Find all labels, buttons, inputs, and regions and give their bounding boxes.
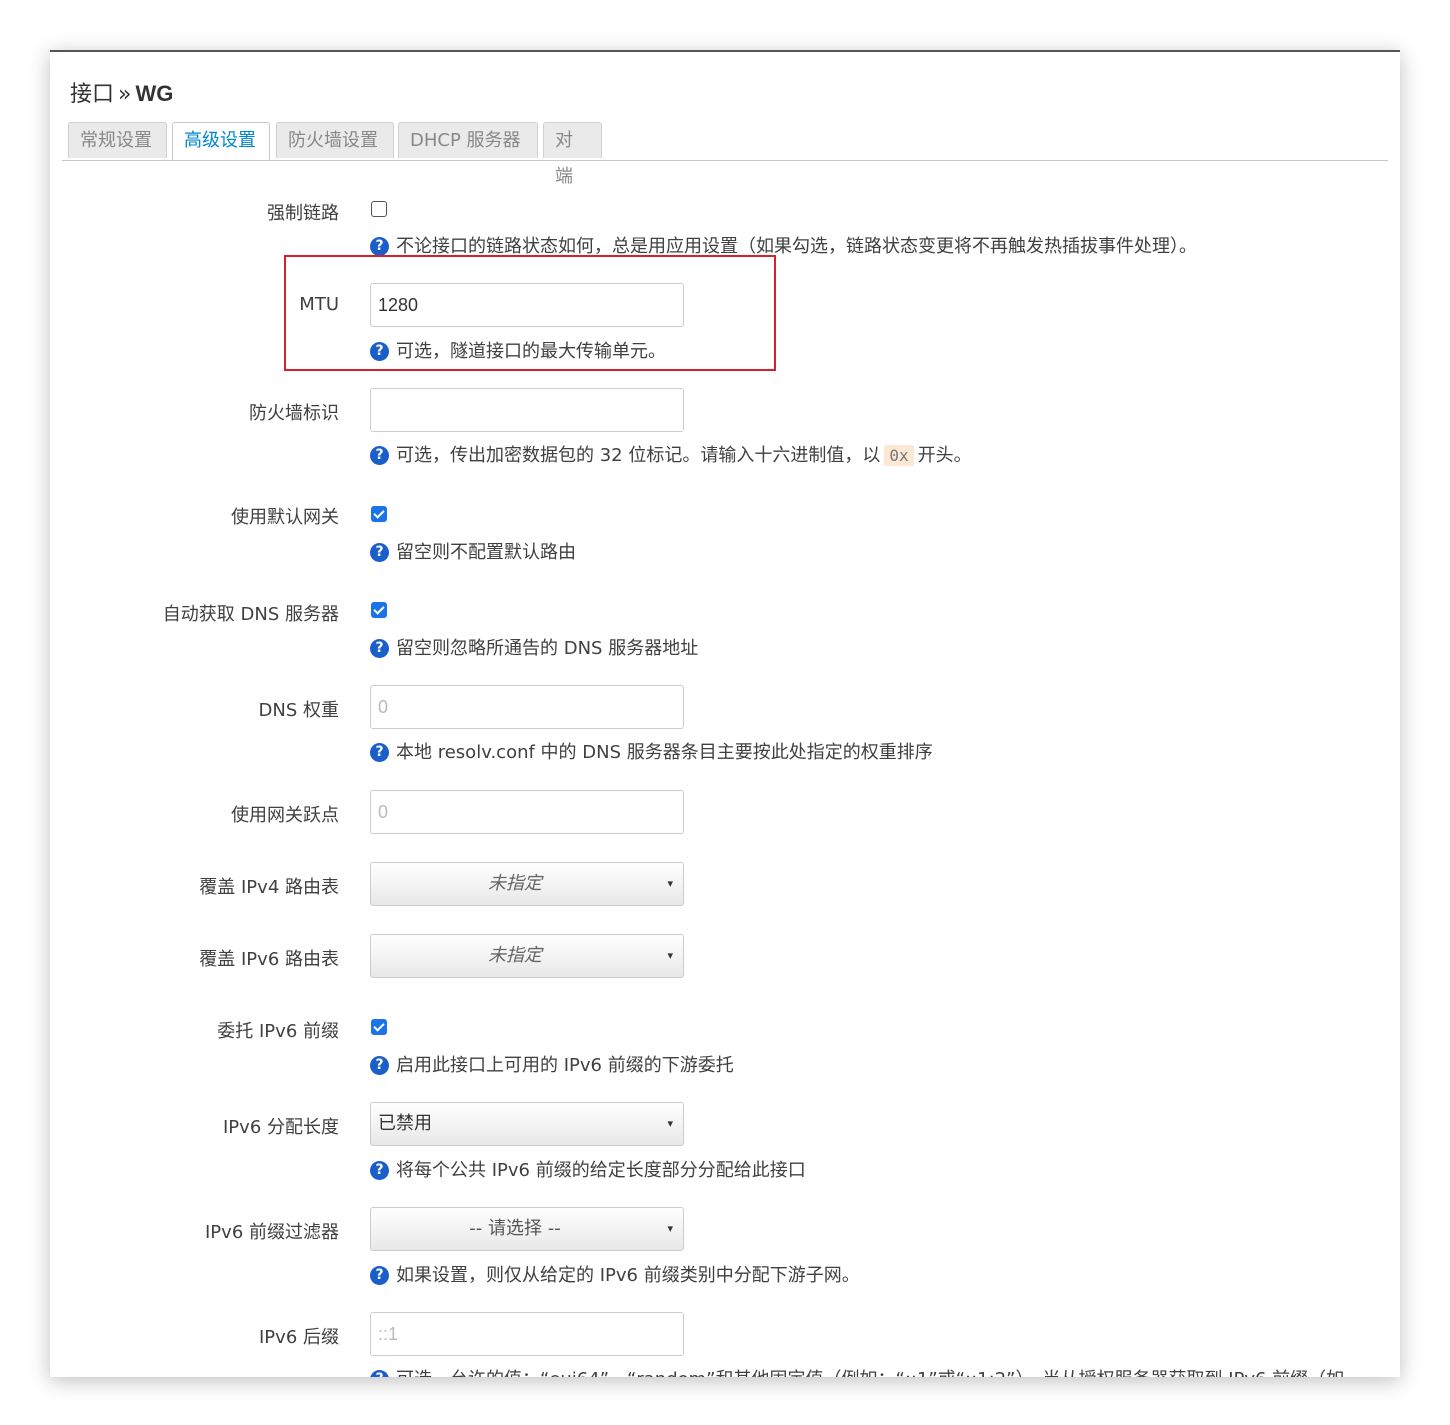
tab-advanced[interactable]: 高级设置 <box>172 122 270 160</box>
hex-prefix-code: 0x <box>884 445 914 466</box>
ipv6-table-value: 未指定 <box>488 945 542 966</box>
fwmark-help: ? 可选，传出加密数据包的 32 位标记。请输入十六进制值，以 0x 开头。 <box>370 441 972 467</box>
tab-dhcp-server[interactable]: DHCP 服务器 <box>398 122 538 158</box>
help-icon: ? <box>370 446 389 465</box>
default-gateway-help: ? 留空则不配置默认路由 <box>370 538 576 564</box>
ipv6-table-label: 覆盖 IPv6 路由表 <box>199 949 339 970</box>
peer-dns-checkbox[interactable] <box>371 602 387 618</box>
caret-down-icon: ▾ <box>667 1222 673 1235</box>
help-icon: ? <box>370 1370 389 1377</box>
dns-weight-label: DNS 权重 <box>258 700 339 721</box>
peer-dns-label: 自动获取 DNS 服务器 <box>162 604 339 625</box>
tab-general[interactable]: 常规设置 <box>68 122 167 158</box>
caret-down-icon: ▾ <box>667 949 673 962</box>
ipv6-assign-help: ? 将每个公共 IPv6 前缀的给定长度部分分配给此接口 <box>370 1156 806 1182</box>
delegate-label: 委托 IPv6 前缀 <box>217 1021 339 1042</box>
ipv4-table-label: 覆盖 IPv4 路由表 <box>199 877 339 898</box>
ipv6-assign-value: 已禁用 <box>378 1113 432 1134</box>
help-icon: ? <box>370 1161 389 1180</box>
ipv6-suffix-input[interactable] <box>370 1312 684 1356</box>
help-icon: ? <box>370 1056 389 1075</box>
force-link-label: 强制链路 <box>267 203 339 224</box>
ipv4-table-select[interactable]: 未指定 ▾ <box>370 862 684 906</box>
help-icon: ? <box>370 1266 389 1285</box>
mtu-help: ? 可选，隧道接口的最大传输单元。 <box>370 337 666 363</box>
help-icon: ? <box>370 543 389 562</box>
gateway-metric-input[interactable] <box>370 790 684 834</box>
tab-firewall[interactable]: 防火墙设置 <box>276 122 394 158</box>
default-gateway-checkbox[interactable] <box>371 506 387 522</box>
help-icon: ? <box>370 237 389 256</box>
ipv6-table-select[interactable]: 未指定 ▾ <box>370 934 684 978</box>
ipv6-class-select[interactable]: -- 请选择 -- ▾ <box>370 1207 684 1251</box>
peer-dns-help: ? 留空则忽略所通告的 DNS 服务器地址 <box>370 634 698 660</box>
delegate-help: ? 启用此接口上可用的 IPv6 前缀的下游委托 <box>370 1051 734 1077</box>
caret-down-icon: ▾ <box>667 877 673 890</box>
delegate-checkbox[interactable] <box>371 1019 387 1035</box>
ipv6-suffix-label: IPv6 后缀 <box>259 1327 339 1348</box>
dns-weight-input[interactable] <box>370 685 684 729</box>
breadcrumb-interfaces[interactable]: 接口 <box>70 82 114 107</box>
help-icon: ? <box>370 639 389 658</box>
ipv4-table-value: 未指定 <box>488 873 542 894</box>
settings-window: 接口» WG 常规设置 高级设置 防火墙设置 DHCP 服务器 对端 强制链路 ?… <box>50 50 1400 1377</box>
help-icon: ? <box>370 342 389 361</box>
ipv6-class-label: IPv6 前缀过滤器 <box>205 1222 339 1243</box>
tab-peers[interactable]: 对端 <box>543 122 602 187</box>
interface-name: WG <box>135 81 174 106</box>
ipv6-suffix-help: ?可选。允许的值：“eui64”、“random”和其他固定值（例如：“::1”… <box>370 1365 1344 1377</box>
ipv6-assign-label: IPv6 分配长度 <box>223 1117 339 1138</box>
ipv6-class-help: ? 如果设置，则仅从给定的 IPv6 前缀类别中分配下游子网。 <box>370 1261 860 1287</box>
force-link-checkbox[interactable] <box>371 201 387 217</box>
tab-bar: 常规设置 高级设置 防火墙设置 DHCP 服务器 对端 <box>62 122 1388 187</box>
mtu-label: MTU <box>299 294 339 315</box>
ipv6-assign-select[interactable]: 已禁用 ▾ <box>370 1102 684 1146</box>
mtu-input[interactable] <box>370 283 684 327</box>
help-icon: ? <box>370 743 389 762</box>
default-gateway-label: 使用默认网关 <box>231 507 339 528</box>
caret-down-icon: ▾ <box>667 1117 673 1130</box>
fwmark-input[interactable] <box>370 388 684 432</box>
dns-weight-help: ? 本地 resolv.conf 中的 DNS 服务器条目主要按此处指定的权重排序 <box>370 738 933 764</box>
gateway-metric-label: 使用网关跃点 <box>231 805 339 826</box>
breadcrumb-separator: » <box>118 82 132 107</box>
fwmark-label: 防火墙标识 <box>249 403 339 424</box>
page-title: 接口» WG <box>70 76 173 108</box>
ipv6-class-value: -- 请选择 -- <box>469 1218 561 1239</box>
